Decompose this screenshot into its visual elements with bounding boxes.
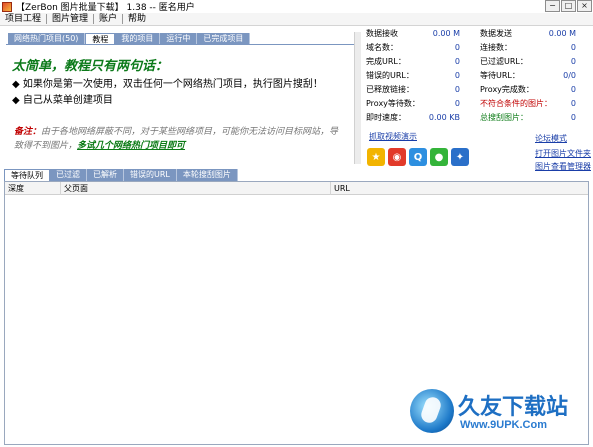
tab-filtered[interactable]: 已过滤 xyxy=(50,169,87,181)
tab-completed[interactable]: 已完成项目 xyxy=(197,33,251,44)
forum-mode-link[interactable]: 论坛模式 xyxy=(535,133,567,144)
stat-label: Proxy完成数： xyxy=(480,85,534,94)
close-button[interactable]: × xyxy=(577,0,592,12)
stat-value: 0.00 M xyxy=(432,29,460,38)
list-header: 深度 父页面 URL xyxy=(5,182,588,195)
tab-parsed[interactable]: 已解析 xyxy=(87,169,124,181)
bottom-tab-strip: 等待队列 已过滤 已解析 错误的URL 本轮搜刮图片 xyxy=(4,169,238,181)
stat-value: 0 xyxy=(454,43,460,52)
minimize-button[interactable]: − xyxy=(545,0,560,12)
stat-value: 0.00 M xyxy=(548,29,576,38)
watermark-url: Www.9UPK.Com xyxy=(460,419,547,431)
window-title: 【ZerBon 图片批量下载】 1.38 -- 匿名用户 xyxy=(16,3,195,13)
watermark-logo-icon xyxy=(410,389,454,433)
stat-label: 已释放链接： xyxy=(366,85,414,94)
tab-waiting-queue[interactable]: 等待队列 xyxy=(4,169,50,181)
stat-label: 错误的URL： xyxy=(366,71,414,80)
stat-proxy-waiting: Proxy等待数： 0 xyxy=(366,98,460,110)
stat-connections: 连接数： 0 xyxy=(480,42,576,54)
tutorial-scrollbar[interactable] xyxy=(354,32,361,164)
stat-label: 域名数： xyxy=(366,43,398,52)
stat-total-images: 总搜刮图片： 0 xyxy=(480,112,576,124)
tencent-weibo-icon[interactable]: ✦ xyxy=(451,148,469,166)
column-parent-page[interactable]: 父页面 xyxy=(61,182,331,195)
note-label: 备注： xyxy=(14,127,42,137)
stat-rejected-images: 不符合条件的图片： 0 xyxy=(480,98,576,110)
stat-label: 即时速度： xyxy=(366,113,406,122)
menu-account[interactable]: 账户 xyxy=(94,14,124,24)
menu-project[interactable]: 项目工程 xyxy=(0,14,48,24)
title-bar: 【ZerBon 图片批量下载】 1.38 -- 匿名用户 − □ × xyxy=(0,0,593,13)
stat-data-received: 数据接收 0.00 M xyxy=(366,28,460,40)
stat-value: 0 xyxy=(570,99,576,108)
hot-projects-link[interactable]: 多试几个网络热门项目即可 xyxy=(77,141,185,151)
stat-value: 0.00 KB xyxy=(428,113,460,122)
stat-filtered-url: 已过滤URL： 0 xyxy=(480,56,576,68)
menu-image-management[interactable]: 图片管理 xyxy=(47,14,95,24)
open-folder-link[interactable]: 打开图片文件夹 xyxy=(535,148,591,159)
stat-error-url: 错误的URL： 0 xyxy=(366,70,460,82)
stat-waiting-url: 等待URL： 0/0 xyxy=(480,70,576,82)
stat-label: 数据接收 xyxy=(366,29,398,38)
window-controls: − □ × xyxy=(545,0,592,12)
stat-label: 总搜刮图片： xyxy=(480,113,528,122)
tutorial-panel: 太简单，教程只有两句话： ◆ 如果你是第一次使用，双击任何一个网络热门项目，执行… xyxy=(6,44,354,164)
maximize-button[interactable]: □ xyxy=(561,0,576,12)
tab-error-url[interactable]: 错误的URL xyxy=(124,169,177,181)
tutorial-step-1: ◆ 如果你是第一次使用，双击任何一个网络热门项目，执行图片搜刮！ xyxy=(12,79,323,90)
share-icons: ★ ◉ Q ● ✦ xyxy=(367,148,469,166)
stat-value: 0 xyxy=(454,71,460,80)
stat-value: 0 xyxy=(454,99,460,108)
top-tab-strip: 网络热门项目(50) 教程 我的项目 运行中 已完成项目 xyxy=(8,33,251,44)
stats-panel: 数据接收 0.00 M 数据发送 0.00 M 域名数： 0 连接数： 0 完成… xyxy=(366,28,588,128)
column-depth[interactable]: 深度 xyxy=(5,182,61,195)
column-url[interactable]: URL xyxy=(331,182,588,195)
site-watermark: 久友下载站 Www.9UPK.Com xyxy=(410,387,585,439)
stat-value: 0 xyxy=(454,57,460,66)
stat-label: 不符合条件的图片： xyxy=(480,99,552,108)
stat-label: 连接数： xyxy=(480,43,512,52)
stat-label: 已过滤URL： xyxy=(480,57,528,66)
video-demo-link[interactable]: 抓取视频演示 xyxy=(369,131,417,142)
stat-value: 0 xyxy=(570,113,576,122)
stat-label: 等待URL： xyxy=(480,71,520,80)
qq-icon[interactable]: Q xyxy=(409,148,427,166)
tab-hot-projects[interactable]: 网络热门项目(50) xyxy=(8,33,86,44)
stat-completed-url: 完成URL： 0 xyxy=(366,56,460,68)
tab-tutorial[interactable]: 教程 xyxy=(85,33,116,44)
stat-value: 0 xyxy=(570,57,576,66)
stat-value: 0 xyxy=(570,85,576,94)
tab-running[interactable]: 运行中 xyxy=(160,33,198,44)
tab-scraped-images[interactable]: 本轮搜刮图片 xyxy=(176,169,238,181)
stat-label: Proxy等待数： xyxy=(366,99,420,108)
image-manager-link[interactable]: 图片查看管理器 xyxy=(535,161,591,172)
stat-label: 完成URL： xyxy=(366,57,406,66)
stat-released-links: 已释放链接： 0 xyxy=(366,84,460,96)
app-icon xyxy=(2,1,12,12)
stat-proxy-completed: Proxy完成数： 0 xyxy=(480,84,576,96)
wechat-icon[interactable]: ● xyxy=(430,148,448,166)
menu-help[interactable]: 帮助 xyxy=(123,14,151,24)
tutorial-note: 备注：由于各地网络屏蔽不同，对于某些网络项目，可能你无法访问目标网站，导致得不到… xyxy=(14,125,344,153)
tutorial-step-2: ◆ 自己从菜单创建项目 xyxy=(12,95,113,106)
stat-domains: 域名数： 0 xyxy=(366,42,460,54)
weibo-icon[interactable]: ◉ xyxy=(388,148,406,166)
stat-value: 0 xyxy=(570,43,576,52)
stat-data-sent: 数据发送 0.00 M xyxy=(480,28,576,40)
qzone-icon[interactable]: ★ xyxy=(367,148,385,166)
menu-bar: 项目工程 图片管理 账户 帮助 xyxy=(0,13,593,26)
tab-my-projects[interactable]: 我的项目 xyxy=(115,33,161,44)
stat-value: 0 xyxy=(454,85,460,94)
stat-label: 数据发送 xyxy=(480,29,512,38)
tutorial-headline: 太简单，教程只有两句话： xyxy=(12,59,169,74)
stat-speed: 即时速度： 0.00 KB xyxy=(366,112,460,124)
stat-value: 0/0 xyxy=(563,71,576,80)
watermark-title: 久友下载站 xyxy=(458,395,569,420)
